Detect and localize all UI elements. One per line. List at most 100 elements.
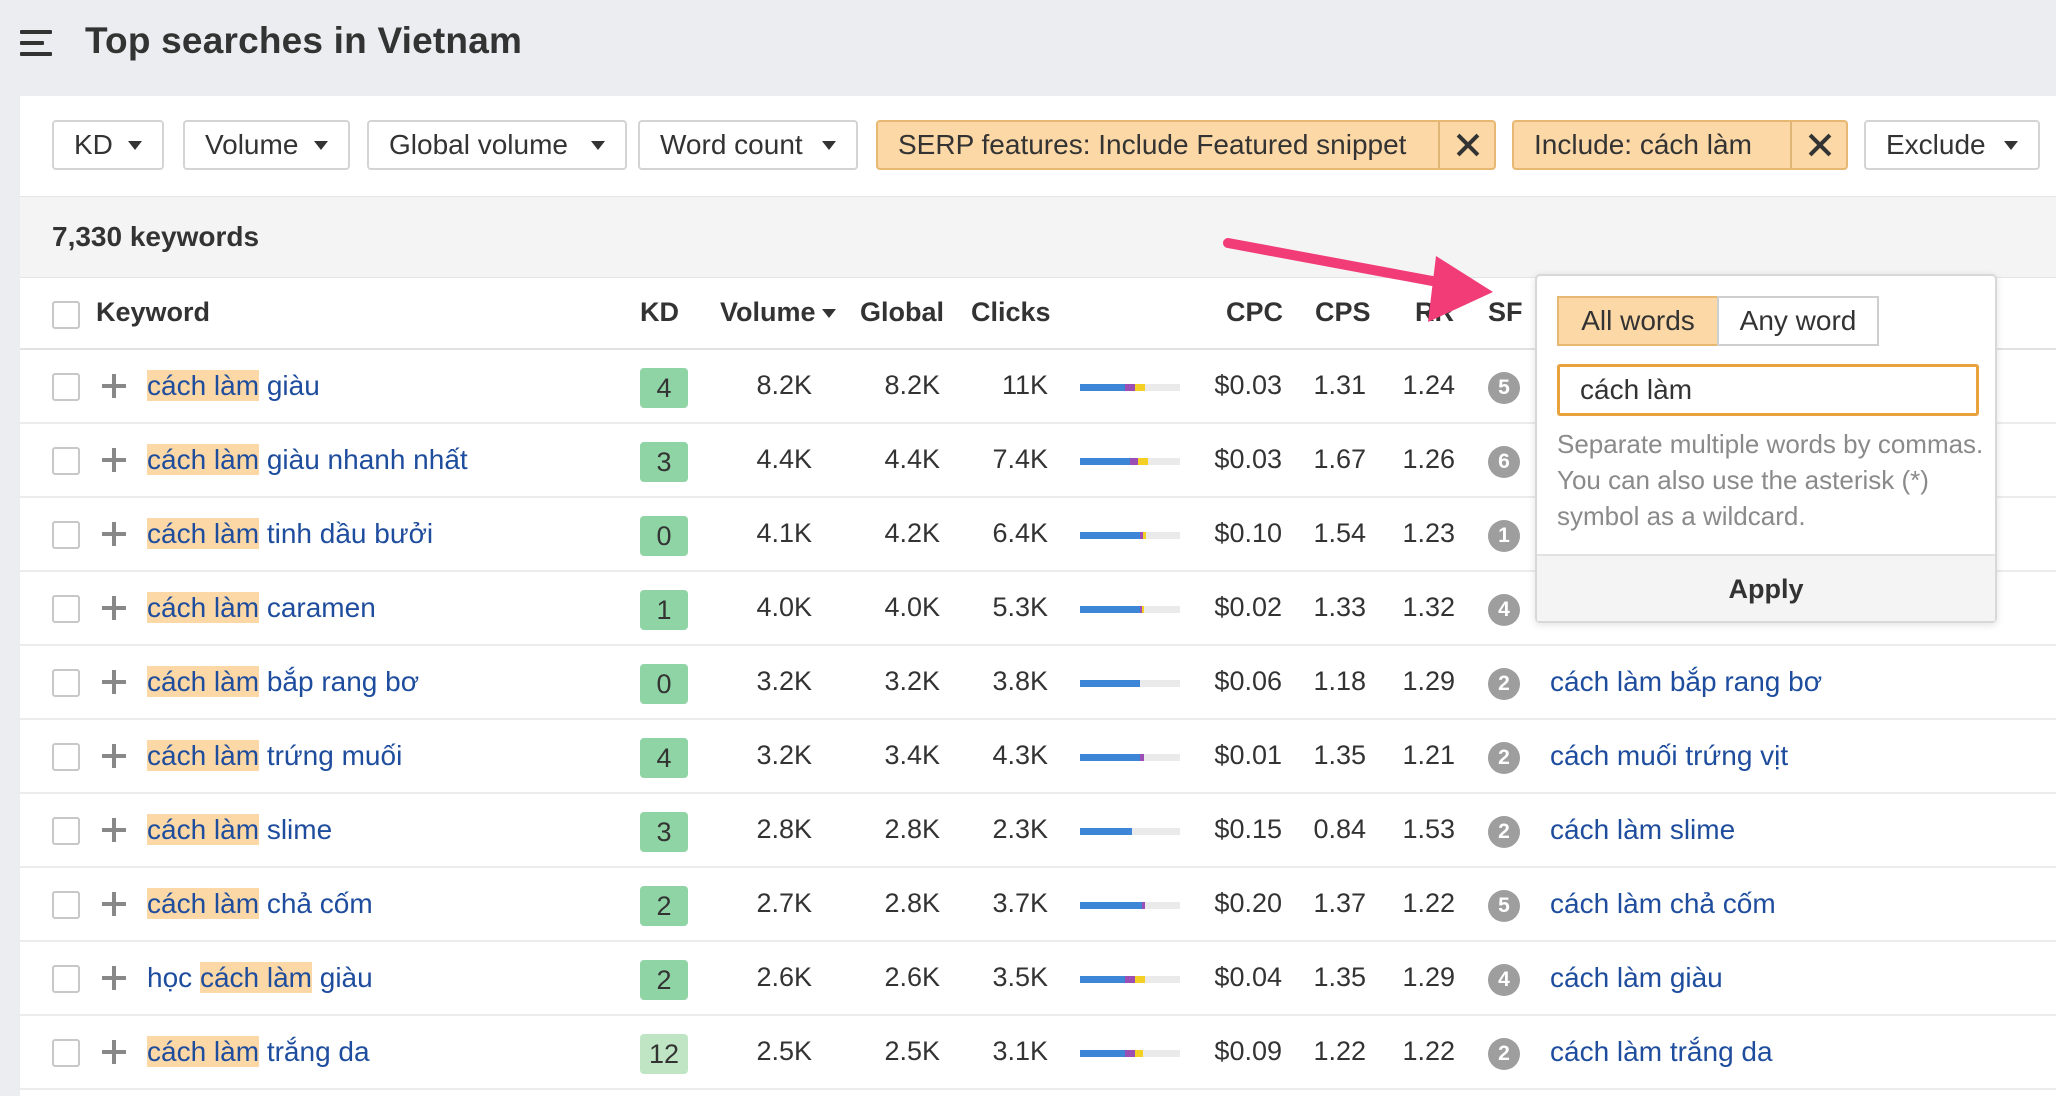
column-sf[interactable]: SF (1488, 297, 1523, 328)
serp-features-count-badge[interactable]: 2 (1488, 742, 1520, 774)
serp-features-count-badge[interactable]: 5 (1488, 890, 1520, 922)
column-rr[interactable]: RR (1415, 297, 1454, 328)
volume-filter-button[interactable]: Volume (183, 120, 350, 170)
kd-badge: 0 (640, 516, 688, 556)
all-words-toggle[interactable]: All words (1557, 296, 1719, 346)
keyword-suffix: giàu (311, 962, 373, 993)
cpc-value: $0.01 (1214, 740, 1282, 770)
rr-value: 1.29 (1402, 962, 1455, 992)
include-filter-button[interactable]: Include: cách làm (1512, 120, 1848, 170)
add-to-list-icon[interactable] (102, 818, 126, 842)
row-checkbox[interactable] (52, 595, 80, 623)
row-checkbox[interactable] (52, 891, 80, 919)
add-to-list-icon[interactable] (102, 448, 126, 472)
column-clicks[interactable]: Clicks (971, 297, 1051, 328)
parent-topic-link[interactable]: cách làm bắp rang bơ (1550, 666, 1822, 698)
row-checkbox[interactable] (52, 965, 80, 993)
add-to-list-icon[interactable] (102, 374, 126, 398)
clicks-bar (1080, 532, 1180, 539)
clicks-value: 4.3K (992, 740, 1048, 770)
kd-filter-label: KD (74, 129, 113, 160)
clicks-bar-paid (1125, 1050, 1135, 1057)
serp-features-count-badge[interactable]: 4 (1488, 964, 1520, 996)
keyword-link[interactable]: cách làm giàu nhanh nhất (147, 444, 468, 476)
remove-include-filter-button[interactable] (1790, 122, 1846, 168)
keyword-link[interactable]: cách làm chả cốm (147, 888, 373, 920)
add-to-list-icon[interactable] (102, 892, 126, 916)
keyword-highlight: cách làm (147, 740, 260, 771)
global-volume-value: 4.0K (884, 592, 940, 622)
serp-features-count-badge[interactable]: 2 (1488, 1038, 1520, 1070)
keyword-highlight: cách làm (147, 592, 260, 623)
select-all-checkbox[interactable] (52, 301, 80, 329)
serp-features-filter-button[interactable]: SERP features: Include Featured snippet (876, 120, 1496, 170)
kd-badge: 2 (640, 886, 688, 926)
parent-topic-link[interactable]: cách muối trứng vịt (1550, 740, 1788, 772)
row-checkbox[interactable] (52, 669, 80, 697)
row-checkbox[interactable] (52, 373, 80, 401)
remove-serp-filter-button[interactable] (1438, 122, 1494, 168)
add-to-list-icon[interactable] (102, 966, 126, 990)
keyword-link[interactable]: cách làm slime (147, 814, 332, 846)
column-volume[interactable]: Volume (720, 297, 836, 328)
serp-features-count-badge[interactable]: 1 (1488, 520, 1520, 552)
clicks-bar-other (1135, 976, 1145, 983)
serp-features-count-badge[interactable]: 5 (1488, 372, 1520, 404)
column-keyword[interactable]: Keyword (96, 297, 210, 328)
apply-button[interactable]: Apply (1537, 556, 1995, 623)
exclude-filter-label: Exclude (1886, 129, 1986, 160)
serp-features-count-badge[interactable]: 4 (1488, 594, 1520, 626)
add-to-list-icon[interactable] (102, 1040, 126, 1064)
serp-features-count-badge[interactable]: 2 (1488, 668, 1520, 700)
column-cps[interactable]: CPS (1315, 297, 1371, 328)
word-count-filter-button[interactable]: Word count (638, 120, 858, 170)
keyword-link[interactable]: cách làm bắp rang bơ (147, 666, 419, 698)
sort-desc-icon (821, 309, 836, 319)
column-global[interactable]: Global (860, 297, 944, 328)
column-kd[interactable]: KD (640, 297, 679, 328)
page-title: Top searches in Vietnam (85, 20, 523, 61)
column-cpc[interactable]: CPC (1226, 297, 1283, 328)
keyword-link[interactable]: cách làm caramen (147, 592, 376, 624)
clicks-bar (1080, 458, 1180, 465)
keyword-prefix: học (147, 962, 200, 993)
hamburger-menu-icon[interactable] (20, 30, 52, 56)
clicks-bar-paid (1130, 458, 1138, 465)
clicks-bar-paid (1142, 902, 1145, 909)
row-checkbox[interactable] (52, 447, 80, 475)
keyword-link[interactable]: cách làm giàu (147, 370, 320, 402)
keyword-highlight: cách làm (147, 518, 260, 549)
add-to-list-icon[interactable] (102, 596, 126, 620)
add-to-list-icon[interactable] (102, 522, 126, 546)
keyword-link[interactable]: học cách làm giàu (147, 962, 373, 994)
volume-value: 8.2K (756, 370, 812, 400)
row-checkbox[interactable] (52, 743, 80, 771)
keyword-link[interactable]: cách làm trắng da (147, 1036, 370, 1068)
serp-features-count-badge[interactable]: 6 (1488, 446, 1520, 478)
add-to-list-icon[interactable] (102, 744, 126, 768)
kd-filter-button[interactable]: KD (52, 120, 164, 170)
global-volume-filter-button[interactable]: Global volume (367, 120, 627, 170)
add-to-list-icon[interactable] (102, 670, 126, 694)
parent-topic-link[interactable]: cách làm slime (1550, 814, 1735, 846)
keyword-highlight: cách làm (147, 666, 260, 697)
rr-value: 1.23 (1402, 518, 1455, 548)
row-checkbox[interactable] (52, 817, 80, 845)
global-volume-value: 3.2K (884, 666, 940, 696)
chevron-down-icon (128, 141, 142, 150)
parent-topic-link[interactable]: cách làm giàu (1550, 962, 1723, 994)
any-word-toggle[interactable]: Any word (1717, 296, 1879, 346)
keyword-link[interactable]: cách làm tinh dầu bưởi (147, 518, 433, 550)
parent-topic-link[interactable]: cách làm trắng da (1550, 1036, 1773, 1068)
table-row: cách làm trắng da 12 2.5K 2.5K 3.1K $0.09 1.22… (20, 1016, 2056, 1090)
include-words-input[interactable]: cách làm (1557, 364, 1979, 416)
row-checkbox[interactable] (52, 521, 80, 549)
clicks-bar (1080, 606, 1180, 613)
row-checkbox[interactable] (52, 1039, 80, 1067)
keyword-link[interactable]: cách làm trứng muối (147, 740, 402, 772)
serp-features-count-badge[interactable]: 2 (1488, 816, 1520, 848)
parent-topic-link[interactable]: cách làm chả cốm (1550, 888, 1776, 920)
chevron-down-icon (2004, 141, 2018, 150)
volume-value: 4.0K (756, 592, 812, 622)
exclude-filter-button[interactable]: Exclude (1864, 120, 2040, 170)
